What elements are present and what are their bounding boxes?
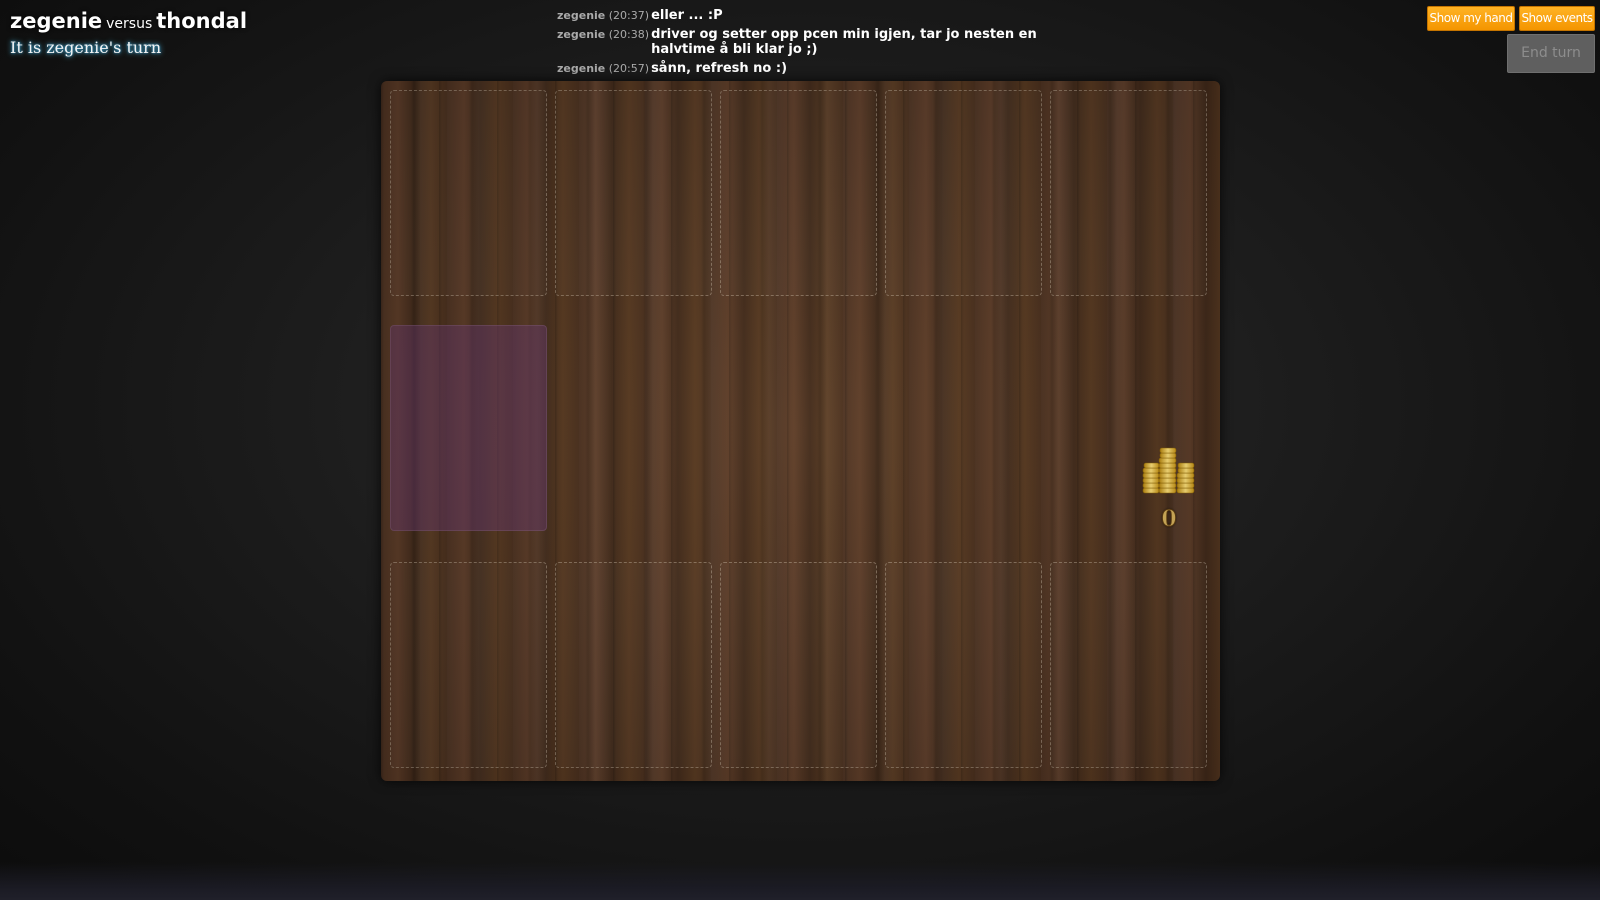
opponent-card-slot[interactable]	[390, 90, 547, 296]
match-title: zegenie versus thondal	[10, 9, 247, 33]
player-card-slot[interactable]	[1050, 562, 1207, 768]
chat-log: zegenie (20:37) eller ... :P zegenie (20…	[557, 8, 1057, 80]
chat-message: zegenie (20:37) eller ... :P	[557, 8, 1057, 23]
player-card-slot[interactable]	[555, 562, 712, 768]
highlighted-card-slot[interactable]	[390, 325, 547, 531]
chat-meta: zegenie (20:57)	[557, 61, 651, 76]
chat-meta: zegenie (20:37)	[557, 8, 651, 23]
show-my-hand-button[interactable]: Show my hand	[1427, 6, 1515, 31]
chat-user: zegenie	[557, 62, 606, 75]
player-card-slot[interactable]	[720, 562, 877, 768]
opponent-card-slot[interactable]	[885, 90, 1042, 296]
game-board: 0	[381, 81, 1220, 781]
player1-name: zegenie	[10, 9, 103, 33]
player2-name: thondal	[156, 9, 248, 33]
end-turn-button[interactable]: End turn	[1507, 34, 1595, 73]
player-card-slot[interactable]	[390, 562, 547, 768]
opponent-card-slot[interactable]	[1050, 90, 1207, 296]
chat-message: zegenie (20:57) sånn, refresh no :)	[557, 61, 1057, 76]
versus-label: versus	[106, 16, 153, 32]
player-card-slot[interactable]	[885, 562, 1042, 768]
bottom-bar	[0, 862, 1600, 900]
chat-user: zegenie	[557, 9, 606, 22]
chat-time: (20:57)	[608, 62, 650, 75]
chat-message: zegenie (20:38) driver og setter opp pce…	[557, 27, 1057, 57]
opponent-card-slot[interactable]	[720, 90, 877, 296]
opponent-card-slot[interactable]	[555, 90, 712, 296]
gold-counter: 0	[1161, 506, 1177, 533]
chat-meta: zegenie (20:38)	[557, 27, 651, 57]
show-events-button[interactable]: Show events	[1519, 6, 1595, 31]
gold-coins-icon[interactable]	[1141, 444, 1197, 496]
turn-status: It is zegenie's turn	[10, 38, 162, 57]
chat-time: (20:37)	[608, 9, 650, 22]
chat-time: (20:38)	[608, 28, 650, 41]
chat-text: eller ... :P	[651, 8, 723, 23]
chat-text: driver og setter opp pcen min igjen, tar…	[651, 27, 1037, 57]
chat-user: zegenie	[557, 28, 606, 41]
chat-text: sånn, refresh no :)	[651, 61, 788, 76]
